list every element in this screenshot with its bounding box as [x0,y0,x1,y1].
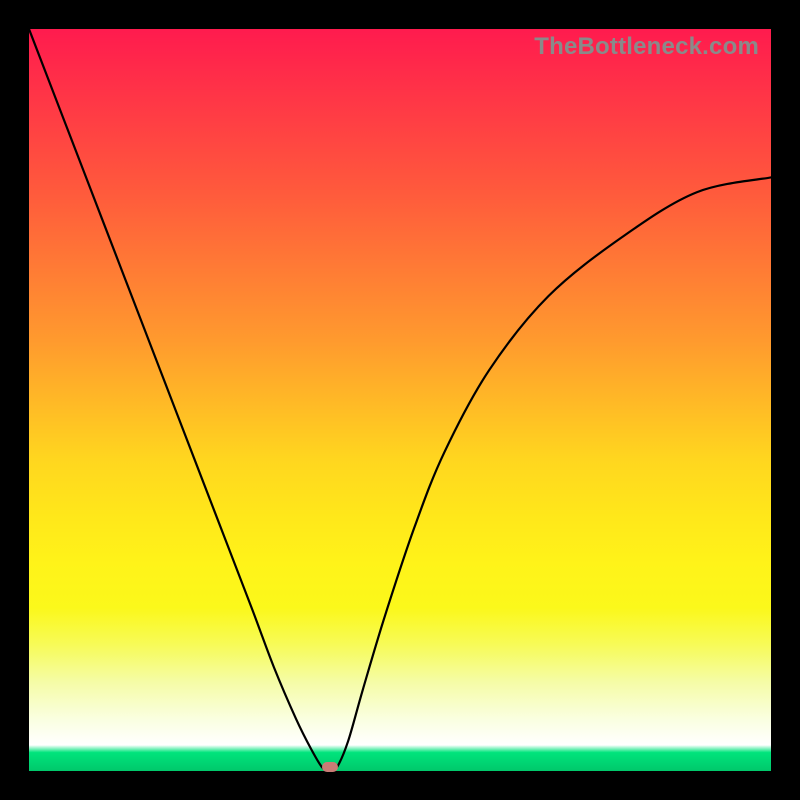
bottleneck-curve [29,29,771,771]
plot-area: TheBottleneck.com [29,29,771,771]
minimum-marker [322,762,338,772]
